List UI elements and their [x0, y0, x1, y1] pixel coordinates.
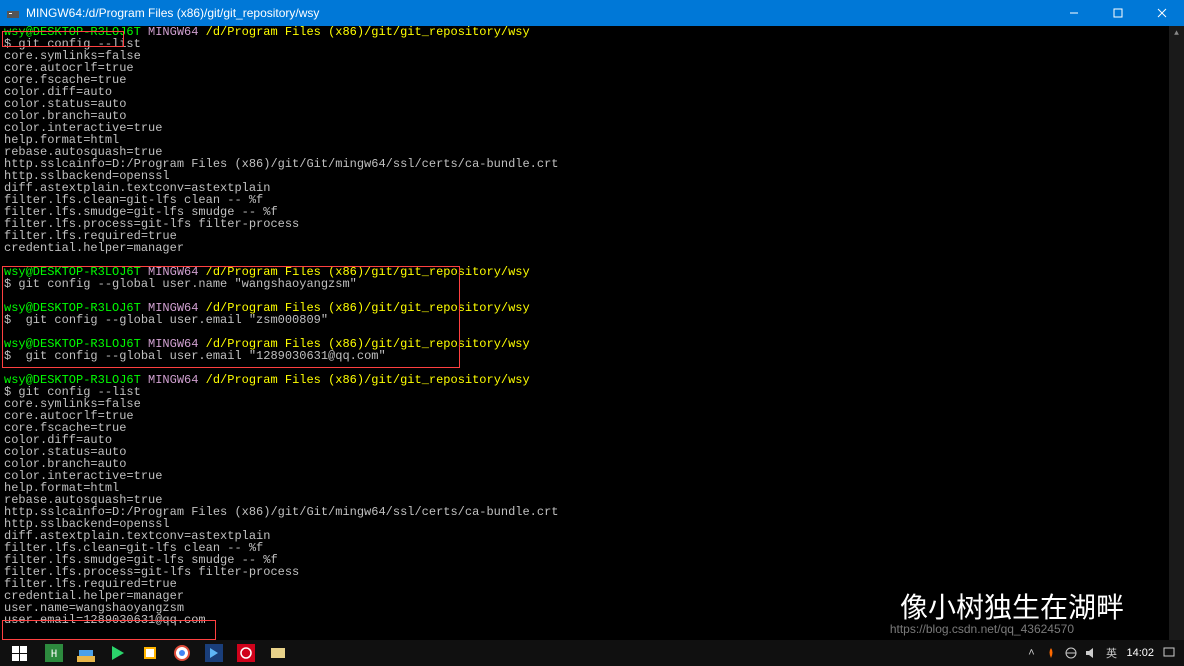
app-icon — [6, 6, 20, 20]
command-text: git config --global user.email "12890306… — [18, 349, 385, 363]
output-line: help.format=html — [4, 134, 1180, 146]
maximize-button[interactable] — [1096, 0, 1140, 26]
svg-text:H: H — [51, 649, 58, 661]
output-line: core.symlinks=false — [4, 50, 1180, 62]
output-line: http.sslcainfo=D:/Program Files (x86)/gi… — [4, 506, 1180, 518]
tray-notification-icon[interactable] — [1160, 644, 1178, 662]
output-line: color.interactive=true — [4, 122, 1180, 134]
output-line: color.status=auto — [4, 98, 1180, 110]
command-text: git config --global user.name "wangshaoy… — [18, 277, 356, 291]
taskbar-clock[interactable]: 14:02 — [1122, 647, 1158, 659]
prompt-env: MINGW64 — [148, 25, 198, 39]
taskbar-app-icon[interactable] — [102, 640, 134, 666]
output-line: color.diff=auto — [4, 434, 1180, 446]
taskbar-app-icon[interactable]: H — [38, 640, 70, 666]
output-line: core.fscache=true — [4, 422, 1180, 434]
tray-arrow-icon[interactable]: ˄ — [1022, 644, 1040, 662]
output-line: http.sslcainfo=D:/Program Files (x86)/gi… — [4, 158, 1180, 170]
output-line: credential.helper=manager — [4, 242, 1180, 254]
command-text: git config --global user.email "zsm00080… — [18, 313, 328, 327]
output-line: filter.lfs.process=git-lfs filter-proces… — [4, 566, 1180, 578]
output-line: help.format=html — [4, 482, 1180, 494]
tray-volume-icon[interactable] — [1082, 644, 1100, 662]
titlebar: MINGW64:/d/Program Files (x86)/git/git_r… — [0, 0, 1184, 26]
taskbar-app-icon[interactable] — [166, 640, 198, 666]
prompt-path: /d/Program Files (x86)/git/git_repositor… — [206, 25, 530, 39]
output-line: color.status=auto — [4, 446, 1180, 458]
scrollbar[interactable]: ▲ — [1169, 26, 1184, 640]
close-button[interactable] — [1140, 0, 1184, 26]
watermark-text: https://blog.csdn.net/qq_43624570 — [890, 622, 1074, 636]
output-line: core.autocrlf=true — [4, 62, 1180, 74]
window-title: MINGW64:/d/Program Files (x86)/git/git_r… — [26, 6, 319, 20]
taskbar-app-icon[interactable] — [198, 640, 230, 666]
scroll-up-arrow-icon[interactable]: ▲ — [1169, 26, 1184, 41]
output-line: color.diff=auto — [4, 86, 1180, 98]
taskbar-app-icon[interactable] — [262, 640, 294, 666]
output-line: filter.lfs.process=git-lfs filter-proces… — [4, 218, 1180, 230]
output-line: color.branch=auto — [4, 458, 1180, 470]
taskbar-app-icon[interactable] — [230, 640, 262, 666]
overlay-caption: 像小树独生在湖畔 — [900, 586, 1124, 626]
taskbar: H ˄ 英 14:02 — [0, 640, 1184, 666]
output-line: color.interactive=true — [4, 470, 1180, 482]
tray-globe-icon[interactable] — [1062, 644, 1080, 662]
output-line: core.fscache=true — [4, 74, 1180, 86]
taskbar-app-icon[interactable] — [134, 640, 166, 666]
tray-fire-icon[interactable] — [1042, 644, 1060, 662]
minimize-button[interactable] — [1052, 0, 1096, 26]
output-line: color.branch=auto — [4, 110, 1180, 122]
terminal-body[interactable]: wsy@DESKTOP-R3LOJ6T MINGW64 /d/Program F… — [0, 26, 1184, 640]
output-line: core.symlinks=false — [4, 398, 1180, 410]
tray-ime-icon[interactable]: 英 — [1102, 644, 1120, 662]
output-line: core.autocrlf=true — [4, 410, 1180, 422]
taskbar-app-icon[interactable] — [70, 640, 102, 666]
start-button[interactable] — [0, 640, 38, 666]
